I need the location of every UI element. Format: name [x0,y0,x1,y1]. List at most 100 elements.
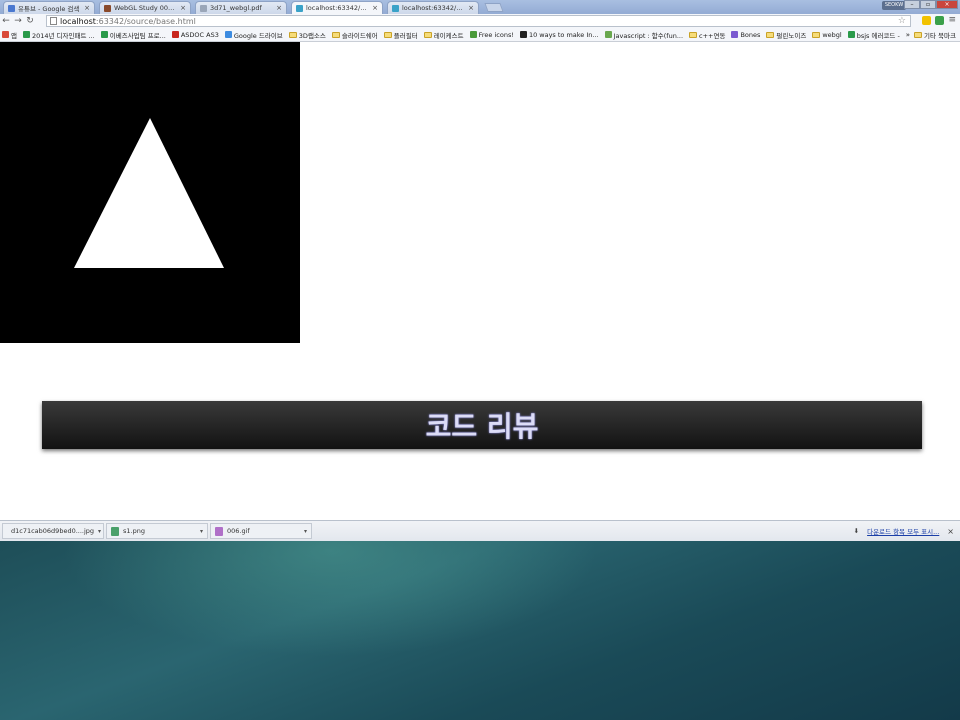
slide-title-bar: 코드 리뷰 [42,401,922,449]
url-path: :63342/source/base.html [95,16,196,26]
apps-icon [2,31,9,38]
desktop-wallpaper [0,541,960,720]
bookmark-item[interactable]: 2014년 디자인패트 ... [22,30,95,40]
close-shelf-icon[interactable]: × [947,527,954,536]
extension-icon[interactable] [935,15,945,25]
download-item[interactable]: s1.png ▾ [106,523,208,539]
tab-title: 유튜브 - Google 검색 [18,5,80,13]
tab-close-icon[interactable]: × [372,4,378,12]
bookmark-item[interactable]: 10 ways to make In... [519,30,599,39]
bookmark-label: 펄린노이즈 [776,31,807,40]
localhost-favicon-icon [296,4,303,12]
folder-icon [812,31,821,38]
download-shelf: d1c71cab06d9bed0....jpg ▾ s1.png ▾ 006.g… [0,520,960,541]
bookmark-label: 2014년 디자인패트 ... [31,31,95,40]
bookmark-star-icon[interactable]: ☆ [898,16,906,26]
bookmark-item[interactable]: 이베즈사업팀 프로... [100,30,166,40]
tab-close-icon[interactable]: × [276,4,282,12]
address-bar[interactable]: localhost:63342/source/base.html ☆ [46,15,911,27]
webgl-canvas [0,42,300,343]
sheet-icon [847,31,855,38]
leaf-icon [469,31,477,38]
tab-localhost[interactable]: localhost:63342/source/t × [387,1,479,14]
maximize-button[interactable]: ▫ [920,0,936,9]
bookmark-item[interactable]: c++연동 [689,30,725,40]
folder-icon [423,31,432,38]
image-file-icon [111,526,119,536]
drive-icon [224,31,232,38]
bookmark-label: webgl [822,30,842,39]
tab-title: localhost:63342/source/t [306,4,369,12]
menu-icon[interactable]: ≡ [948,15,956,25]
bookmarks-overflow: » 기타 북마크 [901,28,956,41]
sheet-icon [22,31,30,38]
google-favicon-icon [8,4,15,12]
bookmark-item[interactable]: Free icons! [469,31,514,39]
toolbar-extensions: ≡ [922,15,956,25]
page-viewport: 코드 리뷰 [0,42,960,520]
other-bookmarks-folder[interactable]: 기타 북마크 [914,30,956,40]
page-heading: 코드 리뷰 [425,410,539,443]
extension-icon[interactable] [922,15,932,25]
tab-close-icon[interactable]: × [84,4,90,12]
bookmark-item[interactable]: 앱 [2,30,17,40]
bookmark-item[interactable]: 레이케스트 [423,30,464,40]
download-arrow-icon: ⬇ [853,527,860,535]
bookmark-label: 기타 북마크 [924,32,956,40]
bookmark-item[interactable]: 슬라이드쉐어 [331,30,378,40]
minimize-button[interactable]: – [904,0,920,9]
bookmark-item[interactable]: 3D랩소스 [288,30,326,40]
bookmark-item[interactable]: Bones [731,31,760,39]
tab-webgl-study[interactable]: WebGL Study 007 – Tran × [99,1,191,14]
folder-icon [689,31,698,38]
bookmark-label: 슬라이드쉐어 [341,31,378,40]
back-arrow-icon[interactable]: ← [0,16,12,26]
tab-close-icon[interactable]: × [180,4,186,12]
window-close-button[interactable]: × [936,0,958,9]
bookmark-item[interactable]: 플러필터 [383,30,418,40]
chevron-down-icon[interactable]: ▾ [304,528,307,535]
folder-icon [914,32,923,38]
show-all-downloads-link[interactable]: 다운로드 항목 모두 표시... [867,526,939,536]
chevron-down-icon[interactable]: ▾ [98,528,101,535]
bones-icon [731,31,739,38]
url-text: localhost:63342/source/base.html [60,17,196,26]
sheet-icon [100,31,108,38]
bookmark-label: Javascript : 함수(fun... [613,31,684,40]
download-filename: 006.gif [227,527,250,535]
page-icon [50,17,57,25]
bookmark-item[interactable]: ASDOC AS3 [171,31,219,39]
window-controls: – ▫ × [904,0,958,9]
triangle-render [74,118,224,268]
bookmark-label: 10 ways to make In... [528,30,599,39]
bookmark-label: c++연동 [699,31,726,40]
site-favicon-icon [104,4,111,12]
bookmark-item[interactable]: Javascript : 함수(fun... [604,30,684,40]
tab-pdf[interactable]: 3d71_webgl.pdf × [195,1,287,14]
user-profile-button[interactable]: SEOKW [882,1,906,10]
bookmark-label: 플러필터 [393,31,418,40]
folder-icon [288,31,297,38]
tab-strip: 유튜브 - Google 검색 × WebGL Study 007 – Tran… [0,0,960,14]
tab-close-icon[interactable]: × [468,4,474,12]
more-bookmarks-chevron[interactable]: » [906,31,910,39]
download-item[interactable]: 006.gif ▾ [210,523,312,539]
bookmark-item[interactable]: webgl [812,30,842,39]
folder-icon [383,31,392,38]
download-item[interactable]: d1c71cab06d9bed0....jpg ▾ [2,523,104,539]
new-tab-button[interactable] [484,3,504,12]
download-shelf-controls: ⬇ 다운로드 항목 모두 표시... × [853,526,954,537]
tab-localhost-active[interactable]: localhost:63342/source/t × [291,1,383,14]
bookmark-label: Google 드라이브 [233,31,283,40]
chevron-down-icon[interactable]: ▾ [200,528,203,535]
forward-arrow-icon[interactable]: → [12,16,24,26]
bookmark-item[interactable]: Google 드라이브 [224,30,283,40]
tab-google-search[interactable]: 유튜브 - Google 검색 × [3,1,95,14]
white-triangle [74,118,224,268]
reload-icon[interactable]: ↻ [24,16,36,26]
bookmark-label: 레이케스트 [433,31,464,40]
check-icon [604,31,612,38]
bookmark-label: 3D랩소스 [298,31,326,40]
bookmark-label: 이베즈사업팀 프로... [109,31,166,40]
bookmark-item[interactable]: 펄린노이즈 [766,30,806,40]
